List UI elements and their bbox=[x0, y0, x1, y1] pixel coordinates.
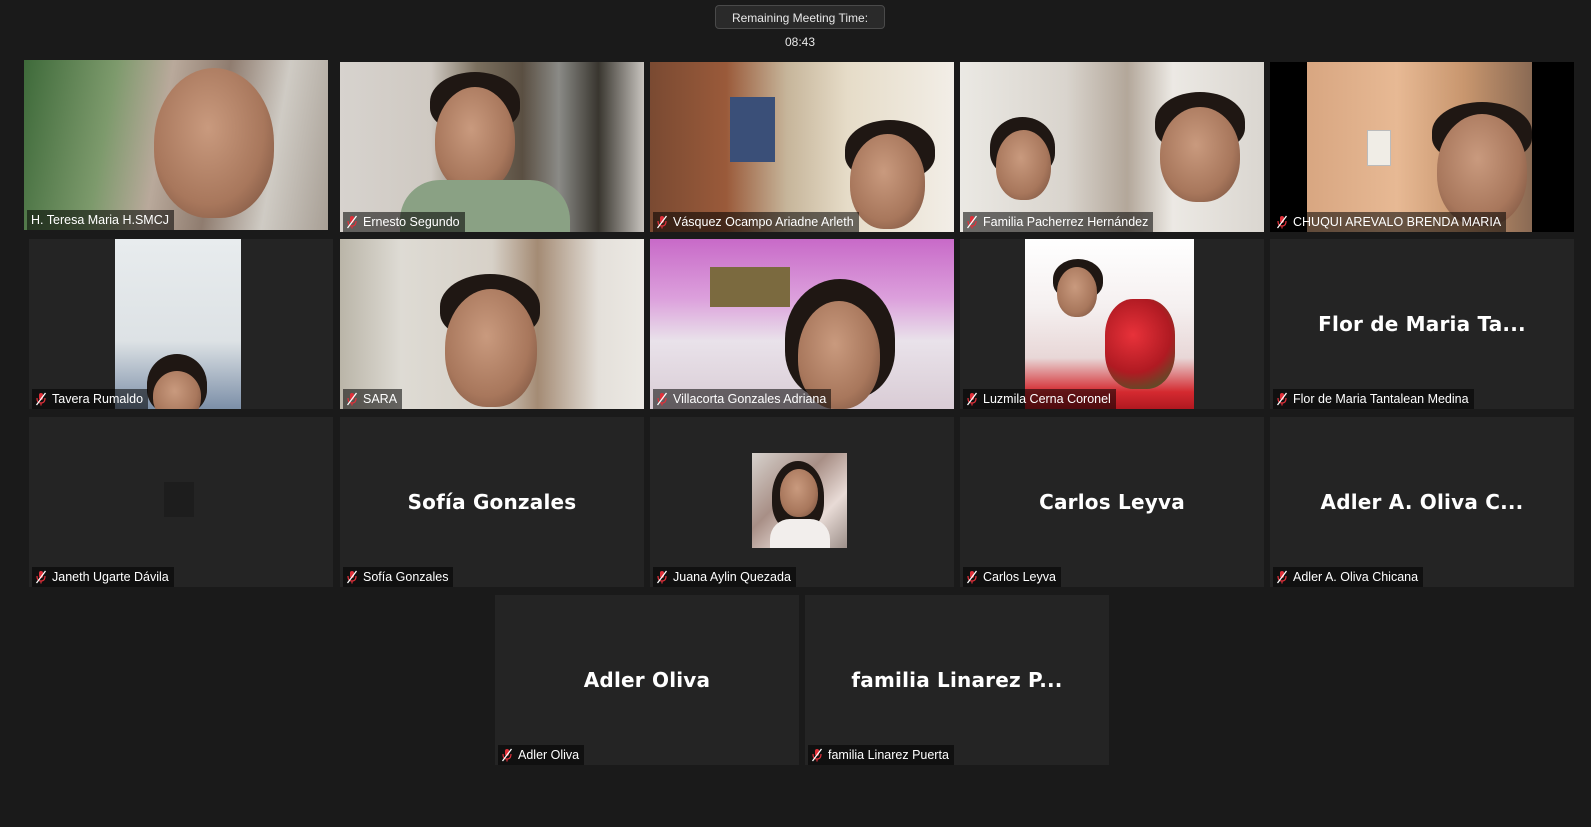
participant-name: Adler Oliva bbox=[518, 748, 580, 762]
participant-name-label: Ernesto Segundo bbox=[343, 212, 465, 232]
muted-mic-icon bbox=[812, 748, 822, 762]
profile-photo bbox=[752, 453, 847, 548]
participant-tile-sara[interactable]: SARA bbox=[340, 239, 644, 409]
participant-tile-vasquez[interactable]: Vásquez Ocampo Ariadne Arleth bbox=[650, 62, 954, 232]
muted-mic-icon bbox=[347, 215, 357, 229]
participant-display-name: Adler A. Oliva C... bbox=[1320, 490, 1524, 514]
participant-name-label: Familia Pacherrez Hernández bbox=[963, 212, 1154, 232]
muted-mic-icon bbox=[347, 392, 357, 406]
participant-name-label: CHUQUI AREVALO BRENDA MARIA bbox=[1273, 212, 1507, 232]
muted-mic-icon bbox=[1277, 392, 1287, 406]
muted-mic-icon bbox=[502, 748, 512, 762]
participant-name: Adler A. Oliva Chicana bbox=[1293, 570, 1419, 584]
participant-name: H. Teresa Maria H.SMCJ bbox=[31, 213, 169, 227]
participant-name: Ernesto Segundo bbox=[363, 215, 460, 229]
participant-name: familia Linarez Puerta bbox=[828, 748, 949, 762]
participant-name-label: Carlos Leyva bbox=[963, 567, 1061, 587]
participant-name: Juana Aylin Quezada bbox=[673, 570, 791, 584]
participant-video bbox=[340, 239, 644, 409]
participant-tile-ernesto[interactable]: Ernesto Segundo bbox=[340, 62, 644, 232]
participant-video bbox=[1025, 239, 1194, 409]
participant-name: CHUQUI AREVALO BRENDA MARIA bbox=[1293, 215, 1502, 229]
participant-name-label: Vásquez Ocampo Ariadne Arleth bbox=[653, 212, 859, 232]
muted-mic-icon bbox=[967, 570, 977, 584]
participant-display-name: Sofía Gonzales bbox=[407, 490, 577, 514]
participant-name: Carlos Leyva bbox=[983, 570, 1056, 584]
participant-tile-linarez[interactable]: familia Linarez P... familia Linarez Pue… bbox=[805, 595, 1109, 765]
muted-mic-icon bbox=[1277, 570, 1287, 584]
participant-name-label: Adler A. Oliva Chicana bbox=[1273, 567, 1424, 587]
muted-mic-icon bbox=[657, 392, 667, 406]
muted-mic-icon bbox=[657, 570, 667, 584]
participant-name: Familia Pacherrez Hernández bbox=[983, 215, 1149, 229]
participant-name-label: Flor de Maria Tantalean Medina bbox=[1273, 389, 1474, 409]
participant-video bbox=[340, 62, 644, 232]
participant-name-label: H. Teresa Maria H.SMCJ bbox=[27, 210, 174, 230]
muted-mic-icon bbox=[967, 215, 977, 229]
muted-mic-icon bbox=[1277, 215, 1287, 229]
participant-avatar-placeholder bbox=[164, 482, 194, 517]
muted-mic-icon bbox=[347, 570, 357, 584]
participant-display-name: Carlos Leyva bbox=[1039, 490, 1185, 514]
participant-name: Flor de Maria Tantalean Medina bbox=[1293, 392, 1469, 406]
participant-tile-sofia[interactable]: Sofía Gonzales Sofía Gonzales bbox=[340, 417, 644, 587]
participant-name-label: Luzmila Cerna Coronel bbox=[963, 389, 1116, 409]
participant-tile-flor[interactable]: Flor de Maria Ta... Flor de Maria Tantal… bbox=[1270, 239, 1574, 409]
participant-video bbox=[115, 239, 241, 409]
participant-name-label: Adler Oliva bbox=[498, 745, 585, 765]
remaining-meeting-time: Remaining Meeting Time: 08:43 bbox=[715, 5, 885, 49]
participant-name: Vásquez Ocampo Ariadne Arleth bbox=[673, 215, 854, 229]
participant-video bbox=[1307, 62, 1532, 232]
participant-name-label: Sofía Gonzales bbox=[343, 567, 454, 587]
participant-tile-adler-chicana[interactable]: Adler A. Oliva C... Adler A. Oliva Chica… bbox=[1270, 417, 1574, 587]
participant-video bbox=[24, 60, 328, 230]
muted-mic-icon bbox=[967, 392, 977, 406]
participant-name: SARA bbox=[363, 392, 398, 406]
muted-mic-icon bbox=[657, 215, 667, 229]
muted-mic-icon bbox=[36, 570, 46, 584]
participant-name: Luzmila Cerna Coronel bbox=[983, 392, 1111, 406]
participant-name-label: Janeth Ugarte Dávila bbox=[32, 567, 174, 587]
participant-name: Sofía Gonzales bbox=[363, 570, 449, 584]
participant-name: Janeth Ugarte Dávila bbox=[52, 570, 169, 584]
participant-name-label: Juana Aylin Quezada bbox=[653, 567, 796, 587]
participant-tile-teresa[interactable]: H. Teresa Maria H.SMCJ bbox=[24, 60, 328, 230]
participant-tile-villacorta[interactable]: Villacorta Gonzales Adriana bbox=[650, 239, 954, 409]
participant-name-label: familia Linarez Puerta bbox=[808, 745, 954, 765]
participant-name-label: Villacorta Gonzales Adriana bbox=[653, 389, 832, 409]
participant-name: Tavera Rumaldo bbox=[52, 392, 144, 406]
participant-tile-carlos[interactable]: Carlos Leyva Carlos Leyva bbox=[960, 417, 1264, 587]
participant-name: Villacorta Gonzales Adriana bbox=[673, 392, 827, 406]
participant-display-name: Flor de Maria Ta... bbox=[1318, 312, 1526, 336]
participant-name-label: SARA bbox=[343, 389, 403, 409]
participant-video bbox=[650, 62, 954, 232]
participant-video bbox=[650, 239, 954, 409]
participant-tile-janeth[interactable]: Janeth Ugarte Dávila bbox=[29, 417, 333, 587]
participant-tile-juana[interactable]: Juana Aylin Quezada bbox=[650, 417, 954, 587]
participant-display-name: familia Linarez P... bbox=[851, 668, 1063, 692]
participant-tile-luzmila[interactable]: Luzmila Cerna Coronel bbox=[960, 239, 1264, 409]
participant-tile-chuqui[interactable]: CHUQUI AREVALO BRENDA MARIA bbox=[1270, 62, 1574, 232]
participant-tile-adler-oliva[interactable]: Adler Oliva Adler Oliva bbox=[495, 595, 799, 765]
participant-tile-pacherrez[interactable]: Familia Pacherrez Hernández bbox=[960, 62, 1264, 232]
participant-tile-tavera[interactable]: Tavera Rumaldo bbox=[29, 239, 333, 409]
participant-name-label: Tavera Rumaldo bbox=[32, 389, 149, 409]
participant-display-name: Adler Oliva bbox=[583, 668, 711, 692]
muted-mic-icon bbox=[36, 392, 46, 406]
participant-video bbox=[960, 62, 1264, 232]
